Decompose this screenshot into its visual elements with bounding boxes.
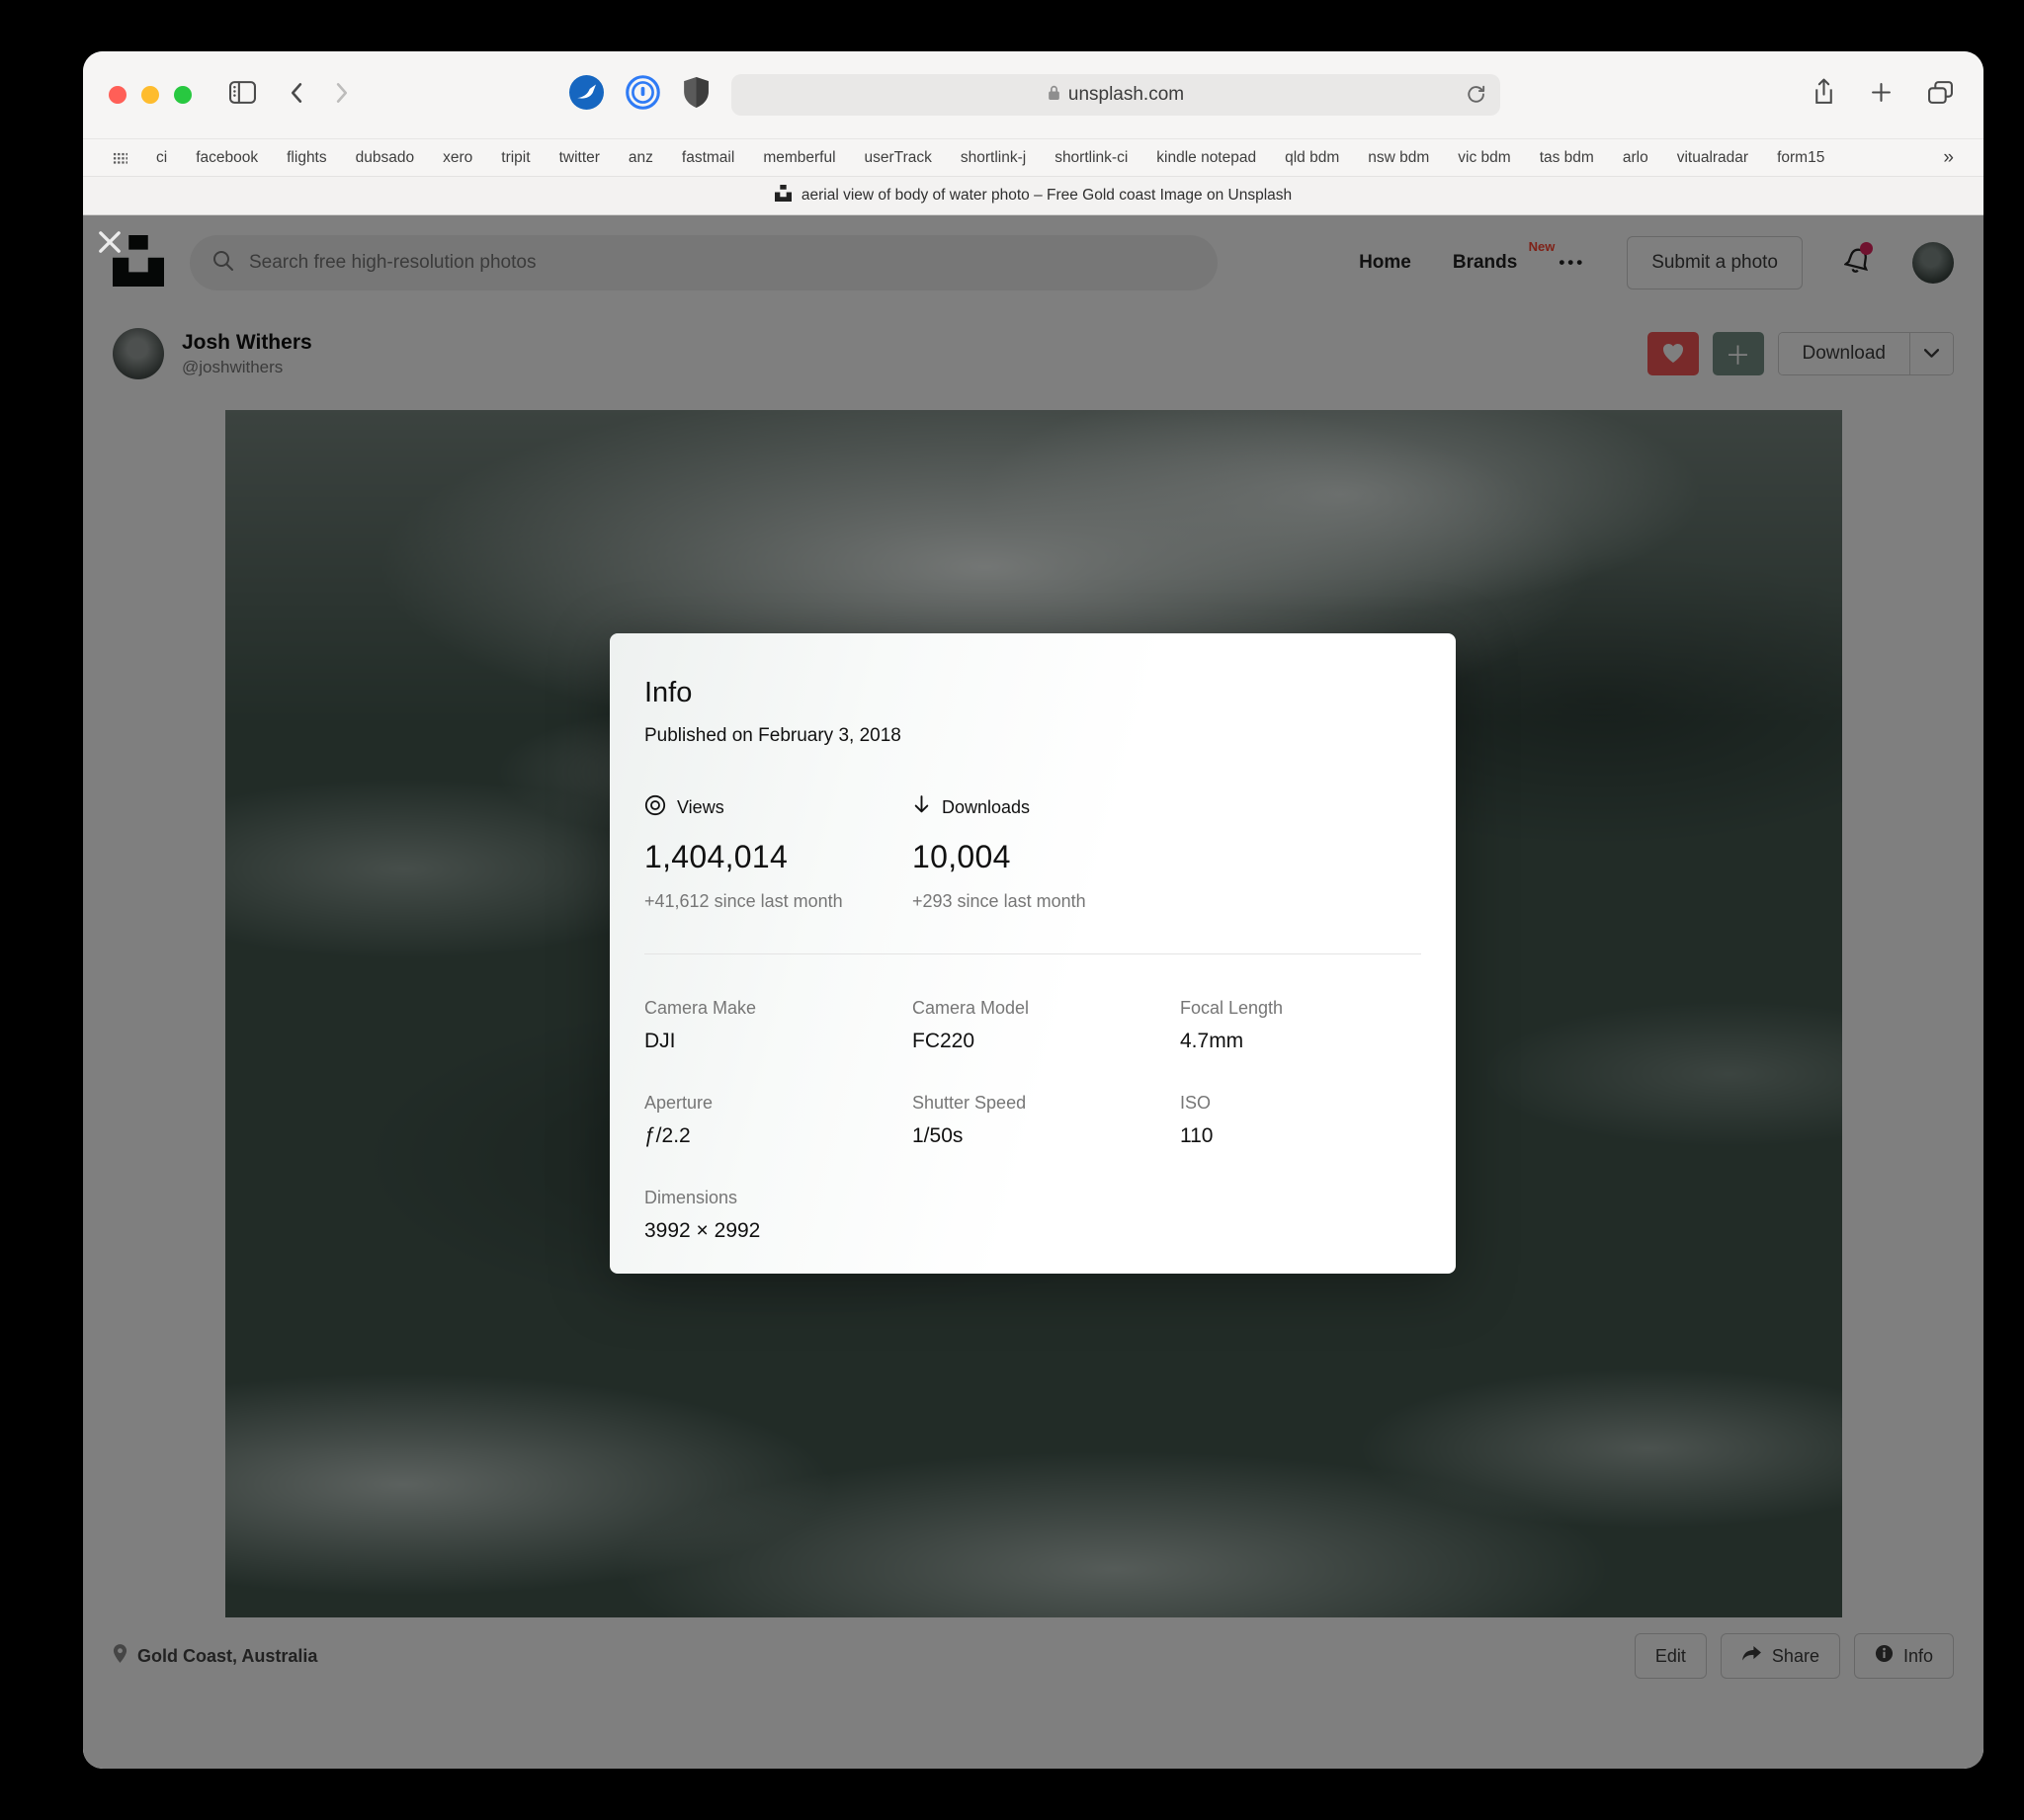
- close-modal-icon[interactable]: [97, 229, 123, 258]
- published-date: Published on February 3, 2018: [644, 725, 1421, 747]
- bookmark-item[interactable]: nsw bdm: [1368, 149, 1429, 167]
- views-stat: Views 1,404,014 +41,612 since last month: [644, 794, 912, 912]
- bookmark-item[interactable]: fastmail: [682, 149, 734, 167]
- tab-favicon-unsplash: [775, 185, 792, 207]
- modal-divider: [644, 953, 1421, 954]
- views-label: Views: [677, 797, 724, 818]
- shield-extension-icon[interactable]: [682, 76, 711, 114]
- zoom-window-button[interactable]: [174, 86, 192, 104]
- forward-icon[interactable]: [336, 82, 349, 109]
- bookmark-item[interactable]: vitualradar: [1677, 149, 1748, 167]
- back-icon[interactable]: [290, 82, 302, 109]
- tab-bar[interactable]: aerial view of body of water photo – Fre…: [83, 176, 1983, 215]
- bookmark-item[interactable]: anz: [629, 149, 653, 167]
- bookmarks-overflow-chevron[interactable]: »: [1943, 147, 1954, 169]
- bookmark-item[interactable]: kindle notepad: [1156, 149, 1256, 167]
- url-text: unsplash.com: [1068, 84, 1184, 106]
- views-delta: +41,612 since last month: [644, 891, 912, 912]
- bookmark-item[interactable]: tas bdm: [1540, 149, 1594, 167]
- views-value: 1,404,014: [644, 839, 912, 875]
- address-bar[interactable]: unsplash.com: [731, 74, 1500, 116]
- bookmark-item[interactable]: vic bdm: [1458, 149, 1510, 167]
- new-tab-icon[interactable]: [1871, 82, 1892, 108]
- bookmark-item[interactable]: form15: [1777, 149, 1824, 167]
- downloads-arrow-icon: [912, 794, 931, 821]
- minimize-window-button[interactable]: [141, 86, 159, 104]
- downloads-delta: +293 since last month: [912, 891, 1180, 912]
- exif-dimensions: Dimensions 3992 × 2992: [644, 1188, 912, 1243]
- bookmarks-grid-icon[interactable]: [113, 152, 127, 164]
- tab-overview-icon[interactable]: [1927, 80, 1954, 110]
- onepassword-extension-icon[interactable]: [626, 75, 660, 115]
- bookmark-item[interactable]: twitter: [559, 149, 600, 167]
- exif-grid: Camera Make DJI Camera Model FC220 Focal…: [644, 998, 1421, 1243]
- exif-iso: ISO 110: [1180, 1093, 1421, 1148]
- downloads-label: Downloads: [942, 797, 1030, 818]
- downloads-stat: Downloads 10,004 +293 since last month: [912, 794, 1180, 912]
- exif-aperture: Aperture ƒ/2.2: [644, 1093, 912, 1148]
- exif-focal-length: Focal Length 4.7mm: [1180, 998, 1421, 1053]
- bookmark-item[interactable]: arlo: [1623, 149, 1648, 167]
- exif-camera-model: Camera Model FC220: [912, 998, 1180, 1053]
- bookmark-item[interactable]: facebook: [196, 149, 258, 167]
- bookmark-item[interactable]: shortlink-j: [961, 149, 1026, 167]
- bookmark-item[interactable]: userTrack: [865, 149, 932, 167]
- traffic-lights: [109, 86, 192, 104]
- modal-title: Info: [644, 677, 1421, 709]
- bookmark-item[interactable]: tripit: [501, 149, 530, 167]
- bookmark-item[interactable]: ci: [156, 149, 167, 167]
- bookmark-item[interactable]: memberful: [763, 149, 835, 167]
- qantas-extension-icon[interactable]: [569, 75, 604, 115]
- views-eye-icon: [644, 794, 666, 821]
- bookmark-item[interactable]: shortlink-ci: [1054, 149, 1128, 167]
- bookmark-item[interactable]: qld bdm: [1285, 149, 1339, 167]
- reload-icon[interactable]: [1466, 84, 1486, 111]
- exif-camera-make: Camera Make DJI: [644, 998, 912, 1053]
- bookmarks-bar: ci facebook flights dubsado xero tripit …: [83, 138, 1983, 176]
- tab-title: aerial view of body of water photo – Fre…: [801, 187, 1292, 205]
- bookmark-item[interactable]: dubsado: [356, 149, 414, 167]
- toolbar: unsplash.com: [83, 51, 1983, 138]
- close-window-button[interactable]: [109, 86, 126, 104]
- exif-shutter-speed: Shutter Speed 1/50s: [912, 1093, 1180, 1148]
- downloads-value: 10,004: [912, 839, 1180, 875]
- stats-row: Views 1,404,014 +41,612 since last month…: [644, 794, 1421, 912]
- share-page-icon[interactable]: [1813, 78, 1835, 112]
- safari-window: unsplash.com ci facebook fl: [83, 51, 1983, 1769]
- browser-chrome: unsplash.com ci facebook fl: [83, 51, 1983, 215]
- unsplash-page: Home Brands New ••• Submit a photo Josh …: [83, 215, 1983, 1769]
- bookmark-item[interactable]: xero: [443, 149, 472, 167]
- sidebar-toggle-icon[interactable]: [229, 81, 256, 109]
- info-modal: Info Published on February 3, 2018 Views…: [610, 633, 1456, 1274]
- lock-icon: [1048, 84, 1060, 107]
- bookmark-item[interactable]: flights: [287, 149, 327, 167]
